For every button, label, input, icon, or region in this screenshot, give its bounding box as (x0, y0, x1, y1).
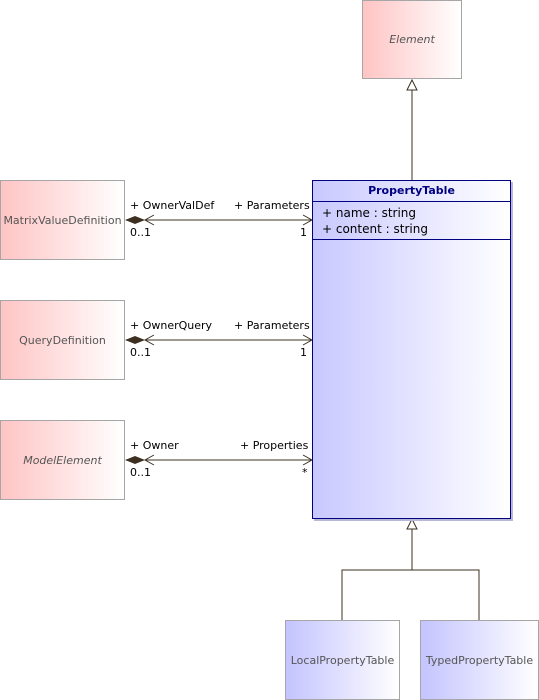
class-matrixvaluedefinition[interactable]: MatrixValueDefinition (0, 180, 125, 260)
class-name: QueryDefinition (19, 333, 106, 347)
attribute: + content : string (322, 222, 428, 236)
class-name: TypedPropertyTable (425, 653, 534, 667)
target-multiplicity: * (302, 466, 308, 479)
target-role-label: + Parameters (234, 199, 310, 212)
composition-diamond-icon (125, 456, 145, 464)
class-typedpropertytable[interactable]: TypedPropertyTable (420, 620, 539, 700)
target-role-label: + Properties (240, 439, 309, 452)
class-element[interactable]: Element (362, 0, 462, 79)
composition-diamond-icon (125, 336, 145, 344)
class-name: LocalPropertyTable (290, 653, 395, 667)
attribute: + name : string (322, 206, 417, 220)
target-multiplicity: 1 (300, 346, 307, 359)
class-localpropertytable[interactable]: LocalPropertyTable (285, 620, 400, 700)
hollow-triangle-arrow-icon (406, 78, 418, 91)
composition-diamond-icon (125, 216, 145, 224)
source-multiplicity: 0..1 (130, 466, 151, 479)
source-role-label: + Owner (130, 439, 179, 452)
generalization-propertytable-element (406, 78, 418, 180)
hollow-triangle-arrow-icon (406, 517, 418, 530)
class-name: MatrixValueDefinition (3, 213, 122, 227)
association-modelelement (125, 454, 314, 466)
source-multiplicity: 0..1 (130, 346, 151, 359)
source-role-label: + OwnerQuery (130, 319, 213, 332)
target-role-label: + Parameters (234, 319, 310, 332)
class-name: Element (389, 33, 435, 46)
source-role-label: + OwnerValDef (130, 199, 215, 212)
class-name: ModelElement (23, 453, 102, 467)
association-matrixvaluedefinition (125, 214, 314, 226)
generalization-subclasses-propertytable (341, 517, 480, 620)
class-name: PropertyTable (313, 181, 510, 202)
source-multiplicity: 0..1 (130, 226, 151, 239)
class-propertytable[interactable]: PropertyTable + name : string + content … (312, 180, 511, 519)
attributes-compartment: + name : string + content : string (313, 202, 510, 240)
class-modelelement[interactable]: ModelElement (0, 420, 125, 500)
class-querydefinition[interactable]: QueryDefinition (0, 300, 125, 380)
target-multiplicity: 1 (300, 226, 307, 239)
association-querydefinition (125, 334, 314, 346)
